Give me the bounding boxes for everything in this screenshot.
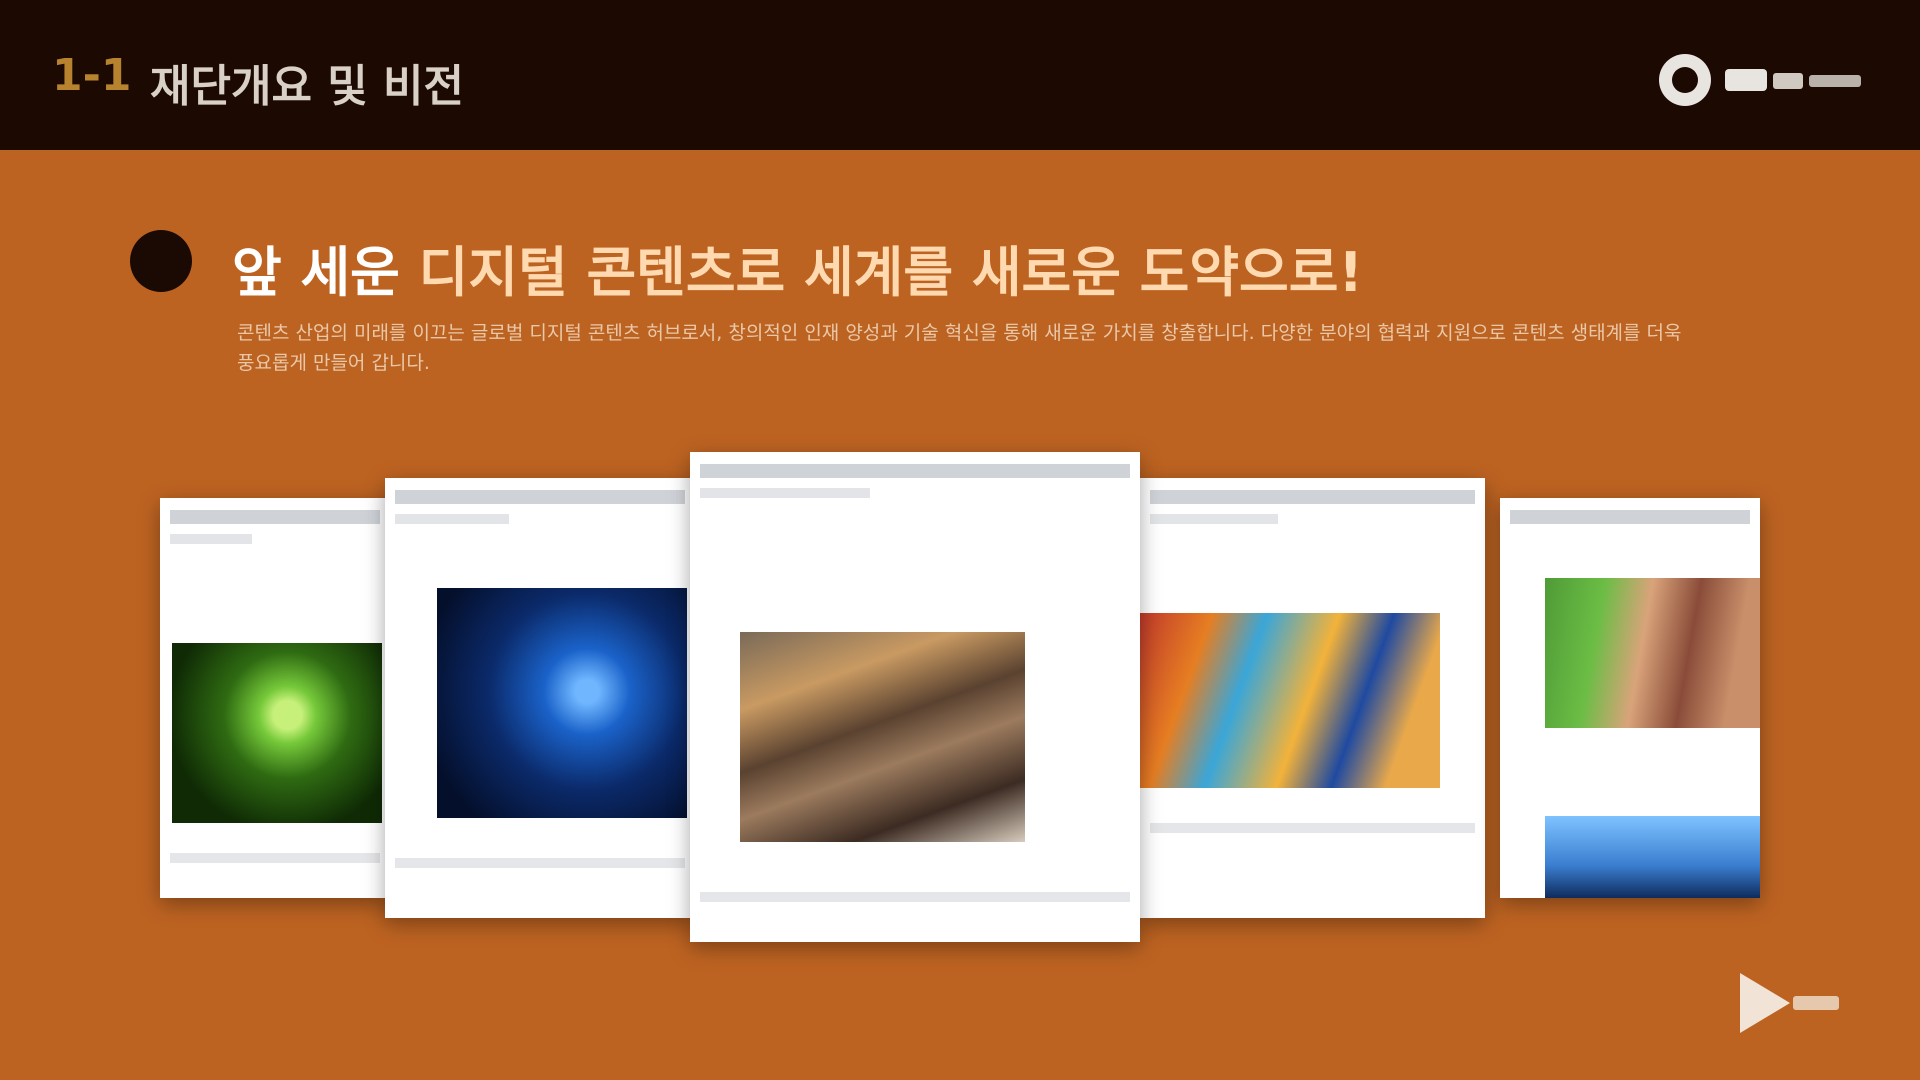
card-image-secondary <box>1545 816 1760 898</box>
card-image <box>437 588 687 818</box>
screenshot-card-3 <box>690 452 1140 942</box>
screenshot-card-2 <box>385 478 695 918</box>
section-number: 1-1 <box>52 50 132 101</box>
card-image <box>172 643 382 823</box>
card-footer <box>395 858 685 868</box>
card-header <box>1510 510 1750 524</box>
headline: 앞 세운 디지털 콘텐츠로 세계를 새로운 도약으로! <box>232 228 1363 307</box>
card-header <box>1150 490 1475 504</box>
headline-highlight: 디지털 콘텐츠로 세계를 새로운 도약으로! <box>418 241 1364 304</box>
card-subheader <box>395 514 509 524</box>
card-header <box>395 490 685 504</box>
card-subheader <box>1150 514 1278 524</box>
card-header <box>170 510 380 524</box>
card-footer <box>170 853 380 863</box>
screenshot-card-5 <box>1500 498 1760 898</box>
card-subheader <box>700 488 870 498</box>
card-footer <box>700 892 1130 902</box>
screenshot-card-4 <box>1140 478 1485 918</box>
bullet-dot-icon <box>130 230 192 292</box>
brand-logo-icon <box>1659 54 1861 106</box>
card-subheader <box>170 534 252 544</box>
headline-description: 콘텐츠 산업의 미래를 이끄는 글로벌 디지털 콘텐츠 허브로서, 창의적인 인… <box>237 322 1682 374</box>
card-footer <box>1150 823 1475 833</box>
screenshot-card-1 <box>160 498 390 898</box>
card-image <box>1140 613 1440 788</box>
card-image <box>740 632 1025 842</box>
card-image <box>1545 578 1760 728</box>
card-header <box>700 464 1130 478</box>
top-header-bar: 1-1 재단개요 및 비전 <box>0 0 1920 150</box>
headline-plain: 앞 세운 <box>232 241 419 304</box>
play-logo-icon <box>1740 973 1839 1033</box>
section-title: 재단개요 및 비전 <box>150 61 464 112</box>
